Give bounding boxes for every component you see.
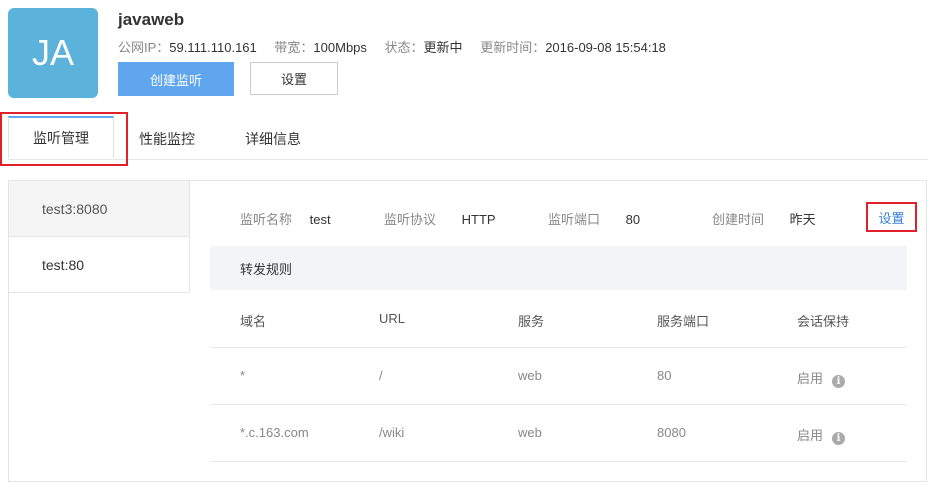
listener-protocol-value: HTTP <box>461 212 496 227</box>
updated-label: 更新时间： <box>480 40 546 55</box>
column-url: URL <box>379 311 406 326</box>
avatar: JA <box>8 8 98 98</box>
listener-created-field: 创建时间 昨天 <box>712 209 816 228</box>
listener-created-label: 创建时间 <box>712 212 765 227</box>
listener-name-field: 监听名称 test <box>240 209 331 228</box>
info-icon[interactable]: i <box>832 432 846 445</box>
cell-url: / <box>379 368 383 383</box>
listener-sidebar: test3:8080 test:80 <box>9 181 189 293</box>
row-divider <box>210 404 907 405</box>
sidebar-divider <box>189 181 190 293</box>
settings-button[interactable]: 设置 <box>250 62 338 95</box>
bandwidth-value: 100Mbps <box>313 40 367 55</box>
listener-port-value: 80 <box>625 212 641 227</box>
listener-port-field: 监听端口 80 <box>548 209 640 228</box>
status-label: 状态： <box>384 40 424 55</box>
listener-item-test3-8080[interactable]: test3:8080 <box>9 181 189 237</box>
tab-details[interactable]: 详细信息 <box>230 118 316 159</box>
instance-name: javaweb <box>118 10 185 29</box>
cell-url: /wiki <box>379 425 405 440</box>
cell-port: 8080 <box>657 425 686 440</box>
info-icon[interactable]: i <box>832 375 846 388</box>
row-divider <box>210 347 907 348</box>
cell-session: 启用 i <box>797 368 846 388</box>
listener-created-value: 昨天 <box>789 212 816 227</box>
updated-value: 2016-09-08 15:54:18 <box>545 40 666 55</box>
cell-service: web <box>518 368 542 383</box>
cell-port: 80 <box>657 368 672 383</box>
bandwidth-label: 带宽： <box>274 40 314 55</box>
listener-protocol-field: 监听协议 HTTP <box>384 209 496 228</box>
listener-item-test-80[interactable]: test:80 <box>9 237 189 293</box>
forwarding-rules-title: 转发规则 <box>210 246 907 290</box>
cell-domain: * <box>240 368 246 383</box>
tab-performance-monitor[interactable]: 性能监控 <box>124 118 210 159</box>
column-service-port: 服务端口 <box>657 314 710 329</box>
ip-value: 59.111.110.161 <box>169 40 257 55</box>
tabs-divider <box>8 159 928 160</box>
listener-settings-link[interactable]: 设置 <box>866 202 917 232</box>
cell-domain: *.c.163.com <box>240 425 309 440</box>
tab-listener-management[interactable]: 监听管理 <box>8 116 114 158</box>
row-divider <box>210 461 907 462</box>
listener-name-value: test <box>309 212 331 227</box>
instance-meta: 公网IP：59.111.110.161 带宽：100Mbps 状态：更新中 更新… <box>118 37 680 56</box>
listener-protocol-label: 监听协议 <box>384 212 437 227</box>
ip-label: 公网IP： <box>118 40 170 55</box>
cell-service: web <box>518 425 542 440</box>
create-listener-button[interactable]: 创建监听 <box>118 62 234 96</box>
session-status: 启用 <box>797 428 824 443</box>
listener-name-label: 监听名称 <box>240 212 293 227</box>
column-service: 服务 <box>518 314 545 329</box>
listener-port-label: 监听端口 <box>548 212 601 227</box>
session-status: 启用 <box>797 371 824 386</box>
status-value: 更新中 <box>423 40 463 55</box>
column-session-persistence: 会话保持 <box>797 314 850 329</box>
column-domain: 域名 <box>240 314 267 329</box>
cell-session: 启用 i <box>797 425 846 445</box>
